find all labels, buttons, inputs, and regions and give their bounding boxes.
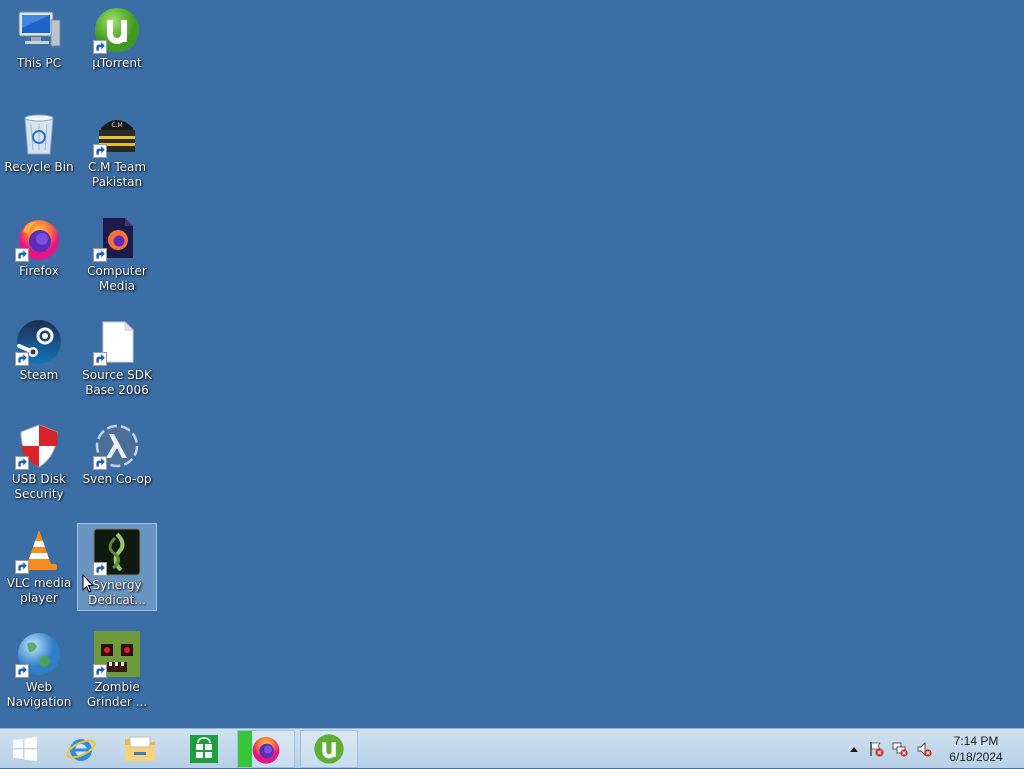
folder-icon [125,736,155,761]
taskbar-firefox[interactable] [237,730,295,768]
computer-media-icon [93,214,141,262]
desktop-icon-label: Firefox [19,264,59,278]
vlc-cone-icon [15,526,63,574]
desktop-icon-source-sdk-base-2006[interactable]: Source SDK Base 2006 [78,314,156,404]
desktop-icon-web-navigation[interactable]: Web Navigation [0,626,78,716]
desktop: This PC µTorrent Recycle Bin C.M C.M Tea… [0,0,1024,728]
desktop-icon-utorrent[interactable]: µTorrent [78,2,156,92]
taskbar-file-explorer[interactable] [114,730,166,768]
desktop-icon-this-pc[interactable]: This PC [0,2,78,92]
desktop-icon-label: Source SDK Base 2006 [82,368,152,397]
shortcut-arrow-icon [93,456,107,470]
taskbar: 7:14 PM 6/18/2024 [0,728,1024,768]
utorrent-icon [93,6,141,54]
show-hidden-icons-button[interactable] [846,741,862,757]
network-error-icon [892,742,908,757]
internet-explorer-icon [66,739,96,761]
shortcut-arrow-icon [15,248,29,262]
shortcut-arrow-icon [15,560,29,574]
start-button[interactable] [0,730,50,768]
desktop-icon-label: µTorrent [92,56,142,70]
desktop-icon-label: This PC [17,56,61,70]
shortcut-arrow-icon [15,352,29,366]
desktop-icon-label: Web Navigation [6,680,72,709]
desktop-icon-label: USB Disk Security [11,472,67,501]
desktop-icon-label: Computer Media [87,264,147,293]
store-icon [190,735,218,763]
lambda-icon [93,422,141,470]
synergy-icon [93,528,141,576]
clock-time: 7:14 PM [953,734,999,748]
taskbar-utorrent[interactable] [300,730,358,768]
steam-icon [15,318,63,366]
shortcut-arrow-icon [93,40,107,54]
shield-icon [15,422,63,470]
clock[interactable]: 7:14 PM 6/18/2024 [944,733,1008,765]
speaker-muted-icon [917,741,932,757]
chevron-up-icon [850,747,858,752]
utorrent-icon [314,734,344,764]
desktop-icon-vlc-media-player[interactable]: VLC media player [0,522,78,612]
desktop-icon-firefox[interactable]: Firefox [0,210,78,300]
desktop-icon-zombie-grinder[interactable]: Zombie Grinder ... [78,626,156,716]
volume-tray[interactable] [916,741,932,757]
desktop-icon-sven-co-op[interactable]: Sven Co-op [78,418,156,508]
system-tray: 7:14 PM 6/18/2024 [844,729,1024,769]
desktop-icon-label: C.M Team Pakistan [87,160,147,189]
computer-icon [15,6,63,54]
network-tray[interactable] [892,741,908,757]
shortcut-arrow-icon [93,248,107,262]
shortcut-arrow-icon [93,562,107,576]
cm-team-pakistan-icon: C.M [93,110,141,158]
desktop-icon-label: Zombie Grinder ... [86,680,148,709]
desktop-icon-label: VLC media player [6,576,72,605]
windows-logo-icon [13,737,37,761]
zombie-face-icon [93,630,141,678]
flag-error-icon [870,742,884,757]
firefox-icon [15,214,63,262]
taskbar-store[interactable] [178,730,230,768]
desktop-icon-synergy-dedicated[interactable]: Synergy Dedicat... [77,523,157,611]
blank-file-icon [93,318,141,366]
svg-text:C.M: C.M [111,122,122,129]
desktop-icon-usb-disk-security[interactable]: USB Disk Security [0,418,78,508]
firefox-icon [252,737,280,764]
taskbar-internet-explorer[interactable] [56,730,106,768]
desktop-icon-label: Synergy Dedicat... [88,578,146,607]
shortcut-arrow-icon [93,352,107,366]
action-center-tray[interactable] [868,741,884,757]
shortcut-arrow-icon [15,456,29,470]
recycle-bin-icon [15,110,63,158]
desktop-icon-recycle-bin[interactable]: Recycle Bin [0,106,78,196]
globe-icon [15,630,63,678]
desktop-icon-label: Recycle Bin [4,160,74,174]
clock-date: 6/18/2024 [949,750,1003,764]
shortcut-arrow-icon [93,664,107,678]
shortcut-arrow-icon [93,144,107,158]
desktop-icon-cm-team-pakistan[interactable]: C.M C.M Team Pakistan [78,106,156,196]
desktop-icon-computer-media[interactable]: Computer Media [78,210,156,300]
desktop-icon-steam[interactable]: Steam [0,314,78,404]
shortcut-arrow-icon [15,664,29,678]
desktop-icon-label: Steam [19,368,59,382]
desktop-icon-label: Sven Co-op [82,472,152,486]
